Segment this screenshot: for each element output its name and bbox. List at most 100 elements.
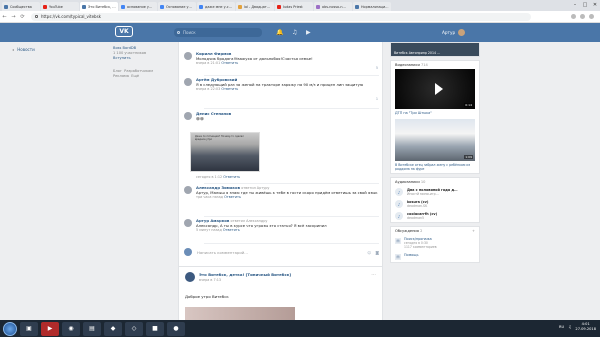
video-title[interactable]: В Витебске отец забрал жену с ребёнком и… bbox=[391, 161, 479, 173]
vk-header: VK Поиск 🔔 ♫ ▶ Артур bbox=[0, 23, 600, 42]
reply-link[interactable]: Ответить bbox=[224, 195, 241, 199]
app-icon[interactable]: ◆ bbox=[104, 321, 122, 336]
extension-icon[interactable] bbox=[580, 14, 585, 19]
emoji-icon[interactable]: ☺ bbox=[367, 250, 371, 255]
join-link[interactable]: Вступить bbox=[113, 56, 173, 61]
more-icon[interactable]: ··· bbox=[371, 272, 376, 278]
avatar[interactable] bbox=[184, 112, 192, 120]
media-player-icon[interactable]: ▶ bbox=[41, 321, 59, 336]
taskbar: ▣ ▶ ◉ ▤ ◆ ◇ ■ ● RU ♫ 4:01 27.09.2018 bbox=[0, 320, 600, 337]
avatar bbox=[184, 248, 192, 256]
video-duration: 1:09 bbox=[464, 155, 473, 159]
ad-card[interactable]: Витебск Автоприпр 2014 ... bbox=[390, 42, 480, 57]
maximize-icon[interactable]: □ bbox=[580, 0, 590, 10]
comment-input[interactable]: Написать комментарий... bbox=[197, 250, 248, 255]
explorer-icon[interactable]: ▣ bbox=[20, 321, 38, 336]
comment-text: 😄😄 bbox=[196, 115, 204, 121]
like-count[interactable]: 5 bbox=[376, 66, 378, 70]
reply-link[interactable]: Ответить bbox=[223, 228, 240, 232]
avatar[interactable] bbox=[185, 272, 195, 282]
lock-icon bbox=[35, 15, 38, 18]
music-note-icon[interactable]: ♪ bbox=[395, 188, 403, 196]
video-thumbnail[interactable]: 0:14 bbox=[395, 69, 475, 109]
search-input[interactable]: Поиск bbox=[174, 28, 262, 37]
avatar[interactable] bbox=[184, 52, 192, 60]
track-artist: deadman.SK bbox=[407, 204, 428, 208]
forward-icon[interactable]: → bbox=[9, 14, 18, 20]
browser-tab[interactable]: Основание у… bbox=[158, 2, 196, 11]
avatar[interactable] bbox=[184, 78, 192, 86]
bell-icon[interactable]: 🔔 bbox=[276, 29, 283, 36]
clock[interactable]: 4:01 27.09.2018 bbox=[575, 322, 596, 332]
browser-tab[interactable]: Сообщества bbox=[2, 2, 40, 11]
minimize-icon[interactable]: – bbox=[570, 0, 580, 10]
vk-logo[interactable]: VK bbox=[115, 26, 133, 37]
audio-item[interactable]: ♪ Два с половиной года д… Иностй мини-игр… bbox=[391, 186, 479, 198]
discussions-title[interactable]: Обсуждения bbox=[395, 229, 419, 233]
video-title[interactable]: ДТП на "Три Штыка" bbox=[391, 109, 479, 117]
comment-date: 5 минут назад bbox=[196, 228, 222, 233]
audio-item[interactable]: ♪ kosura (cv) deadman.SK bbox=[391, 198, 479, 210]
start-button[interactable] bbox=[3, 321, 17, 336]
post-date[interactable]: вчера в 7:13 bbox=[199, 278, 221, 282]
app-icon[interactable]: ■ bbox=[146, 321, 164, 336]
bookmark-star-icon[interactable] bbox=[571, 14, 576, 19]
discussion-item[interactable]: ▤ Помощь bbox=[391, 251, 479, 262]
add-icon[interactable]: + bbox=[472, 229, 475, 233]
browser-tab[interactable]: Нормализаци… bbox=[353, 2, 391, 11]
discussion-item[interactable]: ▤ Поиск/пропажа сегодня в 0:30 1117 комме… bbox=[391, 235, 479, 251]
chrome-icon[interactable]: ◉ bbox=[62, 321, 80, 336]
user-menu[interactable]: Артур bbox=[442, 29, 466, 36]
browser-tab[interactable]: Это Витебск, де bbox=[80, 2, 118, 11]
footer-link[interactable]: Реклама bbox=[113, 74, 129, 78]
post-author[interactable]: Это Витебск, детка! [Типичный Витебск] bbox=[199, 272, 291, 277]
ad-banner[interactable]: Витебск Автоприпр 2014 ... bbox=[391, 43, 479, 56]
music-icon[interactable]: ♫ bbox=[292, 29, 297, 36]
menu-icon[interactable] bbox=[589, 14, 594, 19]
folder-icon[interactable]: ▤ bbox=[83, 321, 101, 336]
reply-link[interactable]: Ответить bbox=[221, 87, 238, 91]
comment-date: вчера в 21:01 bbox=[196, 61, 221, 66]
volume-icon[interactable]: ♫ bbox=[568, 325, 571, 329]
footer-link[interactable]: Ещё bbox=[131, 74, 139, 78]
url-field[interactable]: https://vk.com/typical_vitebsk bbox=[31, 12, 531, 21]
language-indicator[interactable]: RU bbox=[559, 325, 564, 329]
comment: Артур Амарков ответил Александру Алексан… bbox=[184, 218, 379, 233]
browser-tab[interactable]: YouTube bbox=[41, 2, 79, 11]
track-artist: Иностй мини-игр… bbox=[407, 192, 439, 196]
browser-tab[interactable]: lol - Двадцат… bbox=[236, 2, 274, 11]
app-icon[interactable]: ◇ bbox=[125, 321, 143, 336]
camera-icon[interactable]: ◙ bbox=[375, 250, 379, 255]
browser-tab[interactable]: Іudas Priest bbox=[275, 2, 313, 11]
app-icon[interactable]: ● bbox=[167, 321, 185, 336]
video-thumbnail[interactable]: 1:09 bbox=[395, 119, 475, 161]
audio-item[interactable]: ♪ coolacarrfh (cv) deadman5 bbox=[391, 210, 479, 222]
footer-link[interactable]: Блог bbox=[113, 69, 122, 73]
play-icon[interactable]: ▶ bbox=[306, 29, 311, 36]
videos-title[interactable]: Видеозаписи bbox=[395, 63, 420, 67]
avatar[interactable] bbox=[184, 186, 192, 194]
reply-link[interactable]: Ответить bbox=[221, 61, 238, 65]
reply-link[interactable]: Ответить bbox=[223, 175, 240, 179]
left-nav[interactable]: ◂ Новости bbox=[12, 47, 35, 52]
music-note-icon[interactable]: ♪ bbox=[395, 212, 403, 220]
browser-tab[interactable]: даже мне у-с… bbox=[197, 2, 235, 11]
comment-photo[interactable]: Даже по пятницам? Почему-то сделал вредн… bbox=[190, 132, 260, 172]
close-icon[interactable]: ✕ bbox=[590, 0, 600, 10]
browser-tab[interactable]: obs-nosso-n… bbox=[314, 2, 352, 11]
group-info: Boss BordDB 1 100 участников Вступить Бл… bbox=[113, 42, 173, 79]
avatar[interactable] bbox=[184, 219, 192, 227]
back-icon[interactable]: ← bbox=[0, 14, 9, 20]
search-icon bbox=[177, 31, 180, 34]
discussion-icon: ▤ bbox=[395, 238, 401, 244]
divider bbox=[204, 108, 379, 109]
like-count[interactable]: 1 bbox=[376, 97, 378, 101]
reload-icon[interactable]: ⟳ bbox=[18, 14, 27, 20]
favicon-icon bbox=[355, 4, 359, 9]
music-note-icon[interactable]: ♪ bbox=[395, 200, 403, 208]
audio-title[interactable]: Аудиозаписи bbox=[395, 180, 420, 184]
tab-label: Основание у… bbox=[166, 4, 192, 9]
browser-tab[interactable]: основание у… bbox=[119, 2, 157, 11]
footer-link[interactable]: Разработчикам bbox=[124, 69, 153, 73]
right-sidebar: Витебск Автоприпр 2014 ... Видеозаписи 7… bbox=[390, 42, 480, 266]
